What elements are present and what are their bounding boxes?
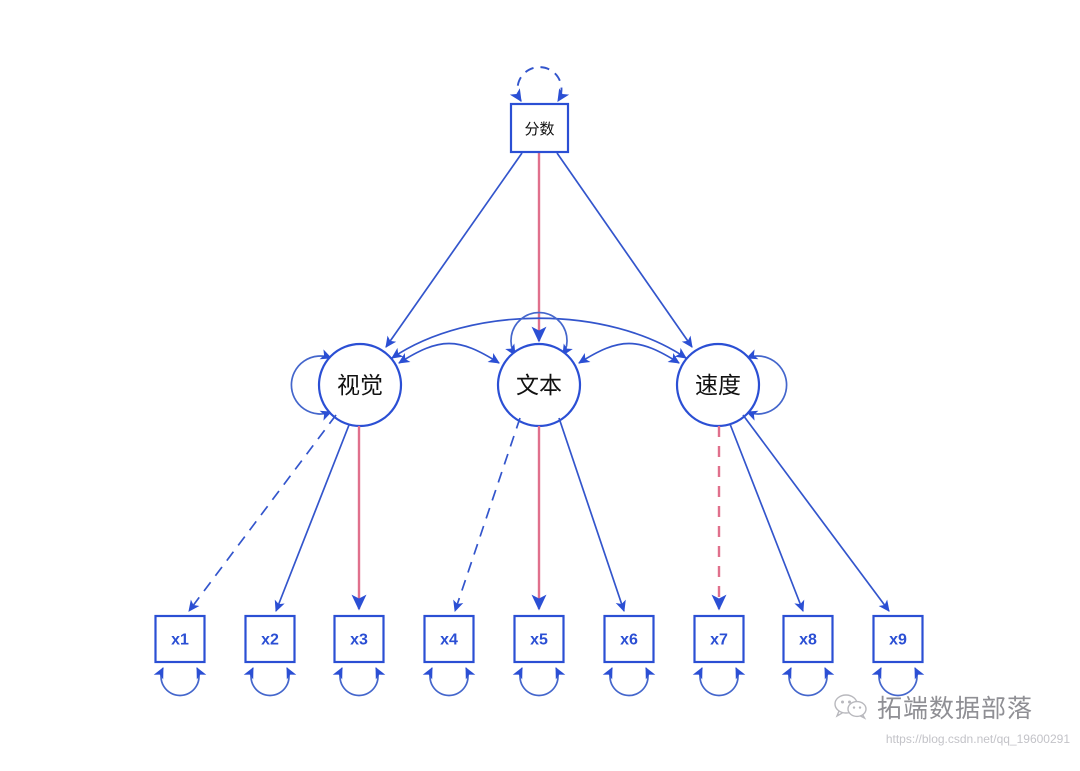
node-sudu-label: 速度	[695, 373, 741, 399]
node-x3-label: x3	[350, 632, 368, 649]
node-x5-label: x5	[530, 632, 548, 649]
self-loop-x3	[332, 667, 386, 697]
edge-shijue-x2	[274, 424, 350, 612]
node-x7[interactable]: x7	[693, 614, 745, 664]
node-x7-label: x7	[710, 632, 728, 649]
node-sudu[interactable]: 速度	[675, 342, 761, 428]
self-loop-x7	[692, 667, 746, 697]
node-x9[interactable]: x9	[872, 614, 924, 664]
self-loop-x8	[781, 667, 835, 697]
node-shijue-label: 视觉	[337, 373, 383, 399]
node-x6[interactable]: x6	[603, 614, 655, 664]
diagram-canvas: 视觉 文本 速度 分数 x1 x2 x3 x4 x5 x6 x7 x8 x9	[153, 66, 925, 697]
self-loop-x5	[512, 667, 566, 697]
node-x9-label: x9	[889, 632, 907, 649]
node-fenshu-label: 分数	[524, 120, 554, 138]
node-x4[interactable]: x4	[423, 614, 475, 664]
self-loop-fenshu	[509, 66, 570, 102]
node-x1-label: x1	[171, 632, 189, 649]
edge-sudu-x8	[729, 423, 805, 612]
self-loop-x4	[422, 667, 476, 697]
sem-path-diagram: 视觉 文本 速度 分数 x1 x2 x3 x4 x5 x6 x7 x8 x9 拓…	[0, 0, 1080, 771]
node-x1[interactable]: x1	[154, 614, 206, 664]
covariance-wenben-sudu	[578, 342, 680, 364]
node-x4-label: x4	[440, 632, 458, 649]
edge-wenben-x6	[558, 417, 626, 612]
self-loop-x2	[243, 667, 297, 697]
node-wenben-label: 文本	[516, 373, 562, 399]
edge-fenshu-sudu	[556, 152, 693, 348]
node-x8[interactable]: x8	[782, 614, 834, 664]
node-x2[interactable]: x2	[244, 614, 296, 664]
self-loop-x6	[602, 667, 656, 697]
covariance-shijue-wenben	[398, 342, 500, 364]
node-x3[interactable]: x3	[333, 614, 385, 664]
node-x2-label: x2	[261, 632, 279, 649]
node-x5[interactable]: x5	[513, 614, 565, 664]
self-loop-x9	[871, 667, 925, 697]
node-fenshu[interactable]: 分数	[509, 102, 570, 154]
node-x8-label: x8	[799, 632, 817, 649]
edge-wenben-x4	[453, 417, 521, 612]
edge-fenshu-shijue	[385, 152, 523, 348]
node-wenben[interactable]: 文本	[496, 342, 582, 428]
node-shijue[interactable]: 视觉	[317, 342, 403, 428]
self-loop-x1	[153, 667, 207, 697]
node-x6-label: x6	[620, 632, 638, 649]
